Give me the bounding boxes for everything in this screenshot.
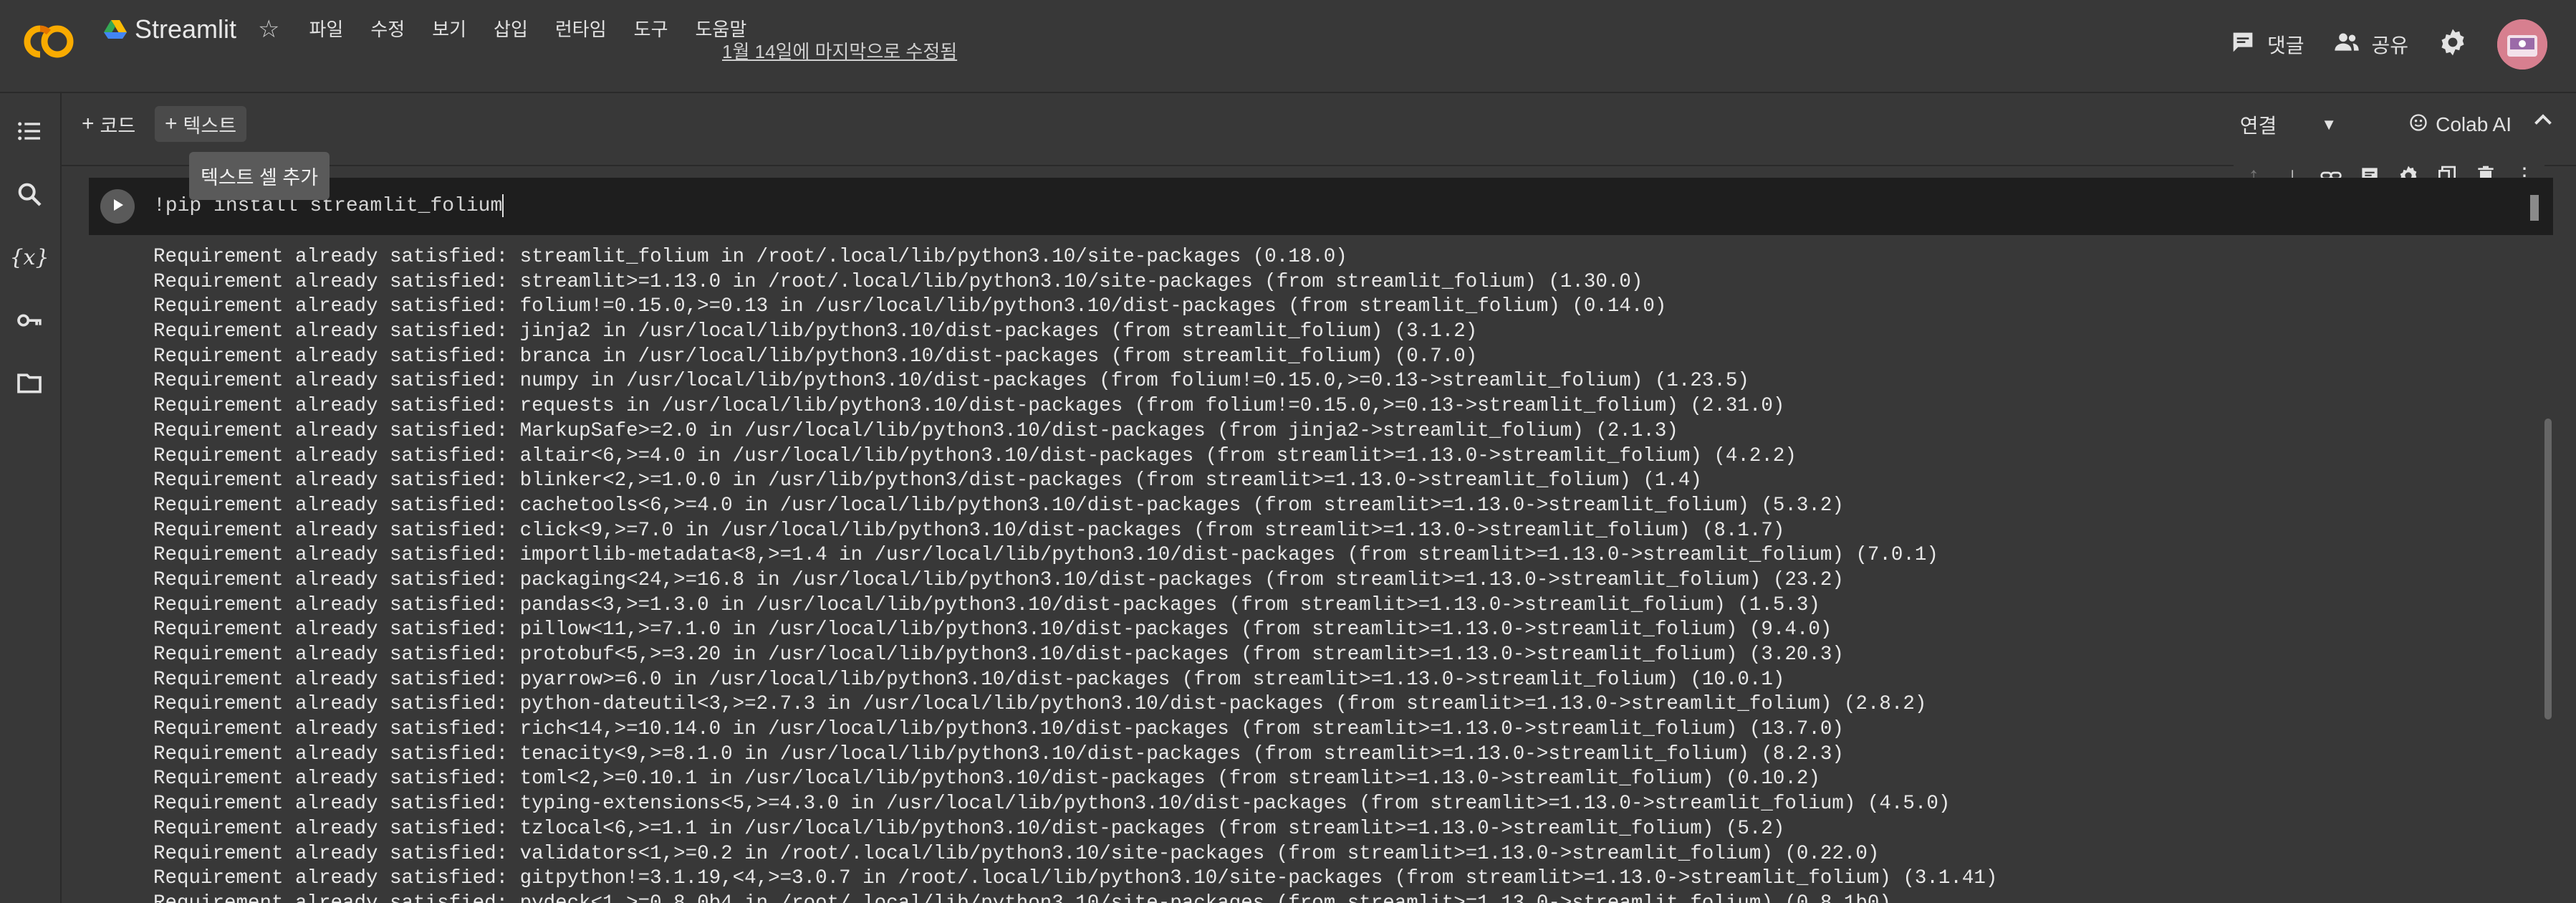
connect-label: 연결 xyxy=(2239,115,2277,137)
key-icon[interactable] xyxy=(13,304,46,337)
menu-bar: 파일 수정 보기 삽입 런타임 도구 도움말 xyxy=(296,13,761,46)
output-line: Requirement already satisfied: jinja2 in… xyxy=(153,320,1478,343)
menu-file[interactable]: 파일 xyxy=(296,13,357,46)
output-line: Requirement already satisfied: protobuf<… xyxy=(153,644,1844,666)
people-icon xyxy=(2332,28,2361,62)
output-line: Requirement already satisfied: gitpython… xyxy=(153,867,1998,890)
output-line: Requirement already satisfied: tenacity<… xyxy=(153,742,1844,765)
play-icon xyxy=(109,196,126,217)
last-edited-link[interactable]: 1월 14일에 마지막으로 수정됨 xyxy=(722,37,957,64)
connect-button[interactable]: 연결 ▼ xyxy=(2230,103,2347,146)
settings-button[interactable] xyxy=(2423,19,2483,70)
output-lines: Requirement already satisfied: streamlit… xyxy=(153,245,1997,903)
add-text-label: 텍스트 xyxy=(183,115,237,137)
notebook-toolbar: + 코드 + 텍스트 연결 ▼ Colab AI xyxy=(62,93,2576,166)
output-line: Requirement already satisfied: pyarrow>=… xyxy=(153,668,1785,691)
output-line: Requirement already satisfied: pandas<3,… xyxy=(153,593,1820,616)
table-of-contents-icon[interactable] xyxy=(13,115,46,148)
tooltip: 텍스트 셀 추가 xyxy=(189,152,330,200)
colab-ai-label: Colab AI xyxy=(2436,113,2512,135)
menu-runtime[interactable]: 런타임 xyxy=(542,13,620,46)
output-line: Requirement already satisfied: altair<6,… xyxy=(153,444,1797,467)
output-line: Requirement already satisfied: importlib… xyxy=(153,544,1938,567)
colab-logo[interactable] xyxy=(20,23,77,60)
output-line: Requirement already satisfied: validator… xyxy=(153,842,1880,865)
plus-icon: + xyxy=(165,112,178,135)
output-line: Requirement already satisfied: branca in… xyxy=(153,345,1478,368)
collapse-header-icon[interactable] xyxy=(2530,108,2556,140)
output-line: Requirement already satisfied: toml<2,>=… xyxy=(153,768,1820,790)
comments-label: 댓글 xyxy=(2267,34,2305,57)
text-cursor xyxy=(502,194,504,217)
chevron-down-icon[interactable]: ▼ xyxy=(2321,115,2337,134)
output-line: Requirement already satisfied: folium!=0… xyxy=(153,295,1667,318)
output-line: Requirement already satisfied: blinker<2… xyxy=(153,469,1702,492)
output-scrollbar[interactable] xyxy=(2544,419,2552,720)
code-cell: !pip install streamlit_folium xyxy=(89,178,2553,235)
code-editor[interactable]: !pip install streamlit_folium xyxy=(149,191,2539,222)
run-cell-button[interactable] xyxy=(100,189,135,224)
colab-ai-button[interactable]: Colab AI xyxy=(2408,103,2512,146)
colab-ai-icon xyxy=(2408,113,2428,138)
output-line: Requirement already satisfied: requests … xyxy=(153,395,1785,418)
share-label: 공유 xyxy=(2371,34,2408,57)
output-line: Requirement already satisfied: pydeck<1,… xyxy=(153,892,1997,903)
header-bar: Streamlit ☆ 파일 수정 보기 삽입 런타임 도구 도움말 1월 14… xyxy=(0,0,2576,93)
star-icon[interactable]: ☆ xyxy=(258,17,279,42)
comment-icon xyxy=(2229,28,2257,62)
editor-scrollbar[interactable] xyxy=(2530,195,2539,221)
menu-view[interactable]: 보기 xyxy=(418,13,480,46)
output-line: Requirement already satisfied: rich<14,>… xyxy=(153,718,1844,741)
output-line: Requirement already satisfied: python-da… xyxy=(153,693,1927,716)
output-line: Requirement already satisfied: packaging… xyxy=(153,568,1844,591)
menu-insert[interactable]: 삽입 xyxy=(480,13,542,46)
add-text-button[interactable]: + 텍스트 xyxy=(155,106,247,142)
plus-icon: + xyxy=(82,112,95,135)
menu-tools[interactable]: 도구 xyxy=(620,13,682,46)
add-code-label: 코드 xyxy=(100,115,136,137)
output-line: Requirement already satisfied: tzlocal<6… xyxy=(153,817,1785,840)
output-line: Requirement already satisfied: click<9,>… xyxy=(153,519,1785,542)
gear-icon xyxy=(2437,27,2469,63)
output-line: Requirement already satisfied: streamlit… xyxy=(153,246,1347,268)
output-line: Requirement already satisfied: MarkupSaf… xyxy=(153,419,1678,442)
output-line: Requirement already satisfied: numpy in … xyxy=(153,370,1749,393)
cell-output: Requirement already satisfied: streamlit… xyxy=(89,239,2553,903)
comments-button[interactable]: 댓글 xyxy=(2214,19,2319,70)
add-code-button[interactable]: + 코드 xyxy=(72,106,145,142)
output-line: Requirement already satisfied: typing-ex… xyxy=(153,793,1951,816)
notebook-title[interactable]: Streamlit xyxy=(135,14,236,44)
drive-icon[interactable] xyxy=(103,19,128,40)
left-sidebar: {𝑥} xyxy=(0,93,62,903)
menu-edit[interactable]: 수정 xyxy=(357,13,418,46)
folder-icon[interactable] xyxy=(13,367,46,400)
search-icon[interactable] xyxy=(13,178,46,211)
output-line: Requirement already satisfied: streamlit… xyxy=(153,270,1643,293)
variables-icon[interactable]: {𝑥} xyxy=(9,241,49,274)
share-button[interactable]: 공유 xyxy=(2318,19,2423,70)
output-line: Requirement already satisfied: pillow<11… xyxy=(153,618,1832,641)
account-avatar[interactable] xyxy=(2497,19,2547,70)
output-line: Requirement already satisfied: cachetool… xyxy=(153,494,1844,517)
